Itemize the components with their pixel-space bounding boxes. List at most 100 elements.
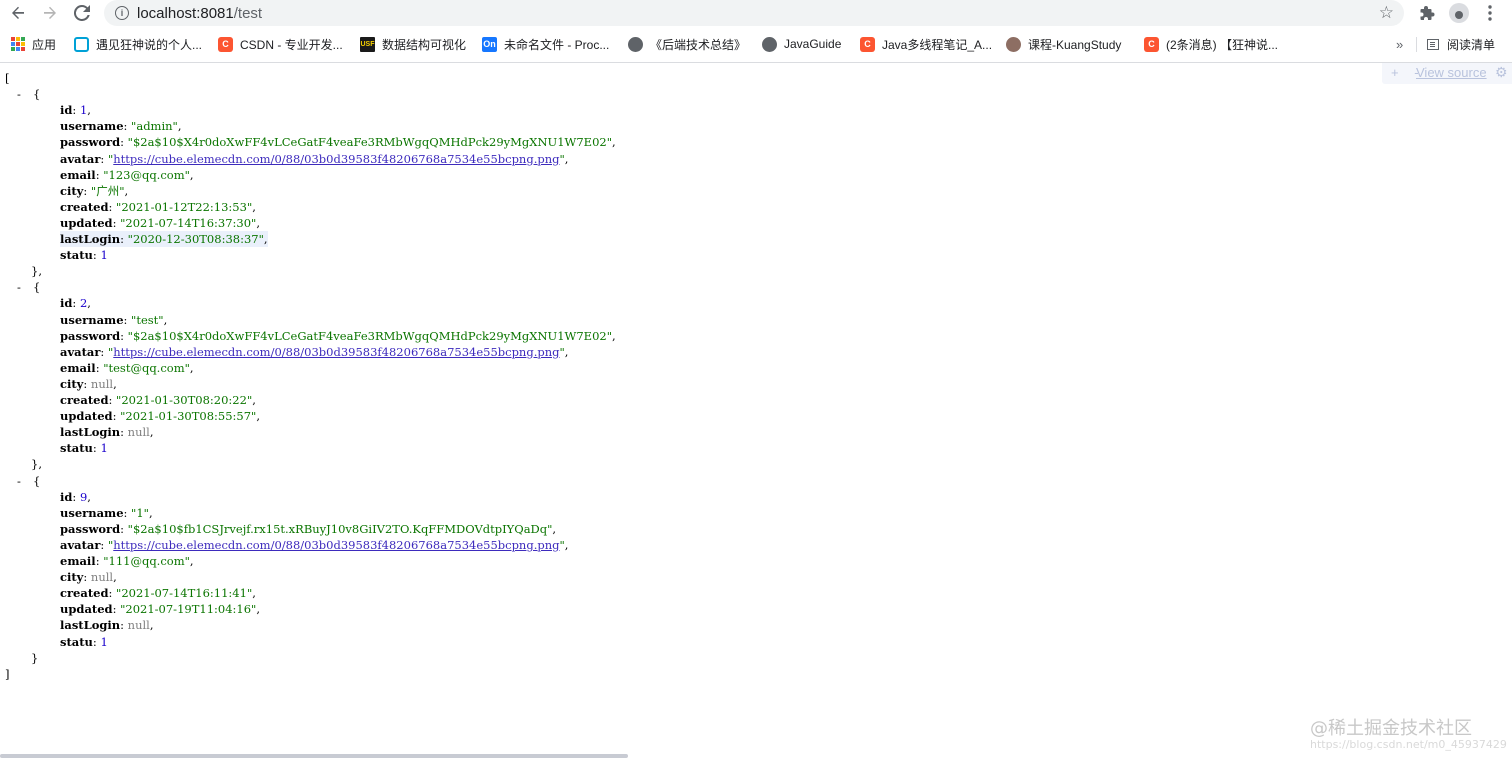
bookmarks-more-button[interactable]: » <box>1396 33 1403 55</box>
csdn-icon: C <box>1144 36 1159 52</box>
field-statu: statu: 1 <box>60 634 108 650</box>
field-key: avatar <box>60 151 101 166</box>
field-email: email: "123@qq.com", <box>60 167 194 183</box>
colon: : <box>123 312 132 327</box>
field-password: password: "$2a$10$X4r0doXwFF4vLCeGatF4ve… <box>60 134 616 150</box>
colon: : <box>112 215 121 230</box>
avatar-link[interactable]: https://cube.elemecdn.com/0/88/03b0d3958… <box>113 152 559 166</box>
field-key: updated <box>60 215 113 230</box>
horizontal-scrollbar[interactable] <box>0 754 628 758</box>
field-key: updated <box>60 409 113 424</box>
field-value: "2021-01-30T08:55:57" <box>120 409 257 424</box>
field-key: lastLogin <box>60 618 121 633</box>
comma: , <box>564 537 569 552</box>
bookmark-java-thread-notes[interactable]: C Java多线程笔记_A... <box>860 33 992 55</box>
field-key: email <box>60 167 96 182</box>
comma: , <box>256 602 260 617</box>
field-value: "$2a$10$X4r0doXwFF4vLCeGatF4veaFe3RMbWgq… <box>127 135 612 150</box>
bookmark-processon[interactable]: On 未命名文件 - Proc... <box>482 33 609 55</box>
url-text[interactable]: localhost:8081/test <box>137 5 262 22</box>
field-statu: statu: 1 <box>60 440 108 456</box>
bookmark-backend-summary[interactable]: 《后端技术总结》 <box>628 33 746 55</box>
field-key: username <box>60 312 124 327</box>
kebab-menu-icon <box>1488 5 1492 21</box>
field-value: "test" <box>131 312 164 327</box>
avatar-icon <box>1449 3 1469 23</box>
field-key: email <box>60 554 96 568</box>
address-bar[interactable]: i localhost:8081/test ☆ <box>104 0 1404 26</box>
colon: : <box>100 151 108 166</box>
comma: , <box>252 393 256 407</box>
bookmark-data-structures[interactable]: USF 数据结构可视化 <box>360 33 466 55</box>
comma: , <box>189 554 194 568</box>
colon: : <box>108 393 117 407</box>
puzzle-icon <box>1420 6 1435 20</box>
field-username: username: "admin", <box>60 118 182 134</box>
forward-button[interactable] <box>39 2 61 24</box>
object-close-brace: }, <box>31 264 42 279</box>
bookmark-label: 数据结构可视化 <box>382 37 467 52</box>
field-value: "$2a$10$fb1CSJrvejf.rx15t.xRBuyJ10v8GiIV… <box>127 521 553 536</box>
reading-list-icon <box>1427 38 1439 50</box>
field-key: city <box>60 183 84 198</box>
collapse-toggle[interactable]: - <box>17 279 21 295</box>
colon: : <box>123 119 132 134</box>
comma: , <box>163 312 168 327</box>
field-value: null <box>127 618 150 633</box>
field-lastLogin: lastLogin: null, <box>60 424 154 440</box>
comma: , <box>149 425 154 440</box>
json-document: [-{id: 1, username: "admin", password: "$2… <box>0 63 1512 758</box>
field-avatar: avatar: "https://cube.elemecdn.com/0/88/… <box>60 344 568 360</box>
field-city: city: null, <box>60 569 117 585</box>
colon: : <box>120 135 128 150</box>
comma: , <box>263 232 268 246</box>
bookmark-kuangstudy[interactable]: 课程-KuangStudy <box>1006 33 1121 55</box>
bookmark-javaguide[interactable]: JavaGuide <box>762 33 841 55</box>
profile-button[interactable] <box>1448 2 1470 24</box>
field-key: city <box>60 376 84 391</box>
bookmark-csdn[interactable]: C CSDN - 专业开发... <box>218 33 343 55</box>
colon: : <box>100 344 108 359</box>
comma: , <box>564 151 569 166</box>
object-open-brace: { <box>33 473 41 488</box>
bookmarks-bar: 应用 遇见狂神说的个人... C CSDN - 专业开发... USF 数据结构… <box>0 33 1512 55</box>
object-close-brace: } <box>31 650 39 665</box>
back-button[interactable] <box>7 2 29 24</box>
bookmark-label: 未命名文件 - Proc... <box>504 37 610 52</box>
url-host: localhost:8081 <box>137 4 234 22</box>
field-key: lastLogin <box>60 232 121 246</box>
field-username: username: "1", <box>60 505 153 521</box>
bookmark-kuangshen[interactable]: 遇见狂神说的个人... <box>74 33 202 55</box>
colon: : <box>120 328 128 343</box>
field-username: username: "test", <box>60 312 167 328</box>
colon: : <box>112 602 121 617</box>
field-value: "1" <box>131 505 149 520</box>
bookmark-csdn-messages[interactable]: C (2条消息) 【狂神说... <box>1144 33 1278 55</box>
avatar-link[interactable]: https://cube.elemecdn.com/0/88/03b0d3958… <box>113 538 559 552</box>
avatar-link[interactable]: https://cube.elemecdn.com/0/88/03b0d3958… <box>113 345 559 359</box>
comma: , <box>252 199 256 214</box>
reading-list-button[interactable]: 阅读清单 <box>1427 33 1495 55</box>
field-key: statu <box>60 634 93 649</box>
colon: : <box>72 489 80 504</box>
menu-button[interactable] <box>1479 2 1501 24</box>
bookmark-apps[interactable]: 应用 <box>11 33 56 55</box>
field-value: "2021-07-19T11:04:16" <box>120 602 257 617</box>
kuangstudy-icon <box>1006 36 1021 52</box>
field-updated: updated: "2021-01-30T08:55:57", <box>60 408 260 424</box>
field-city: city: "广州", <box>60 183 128 199</box>
field-value: "2020-12-30T08:38:37" <box>127 232 264 246</box>
bookmark-star-icon[interactable]: ☆ <box>1379 3 1394 23</box>
reload-button[interactable] <box>71 2 93 24</box>
array-open-bracket: [ <box>5 71 10 85</box>
field-value: "2021-01-12T22:13:53" <box>116 199 253 214</box>
colon: : <box>100 537 108 552</box>
collapse-toggle[interactable]: - <box>17 86 21 102</box>
collapse-toggle[interactable]: - <box>17 473 21 489</box>
comma: , <box>177 119 182 134</box>
field-updated: updated: "2021-07-19T11:04:16", <box>60 601 260 617</box>
field-avatar: avatar: "https://cube.elemecdn.com/0/88/… <box>60 151 568 167</box>
extensions-button[interactable] <box>1416 2 1438 24</box>
comma: , <box>149 618 154 633</box>
info-icon[interactable]: i <box>115 6 129 20</box>
